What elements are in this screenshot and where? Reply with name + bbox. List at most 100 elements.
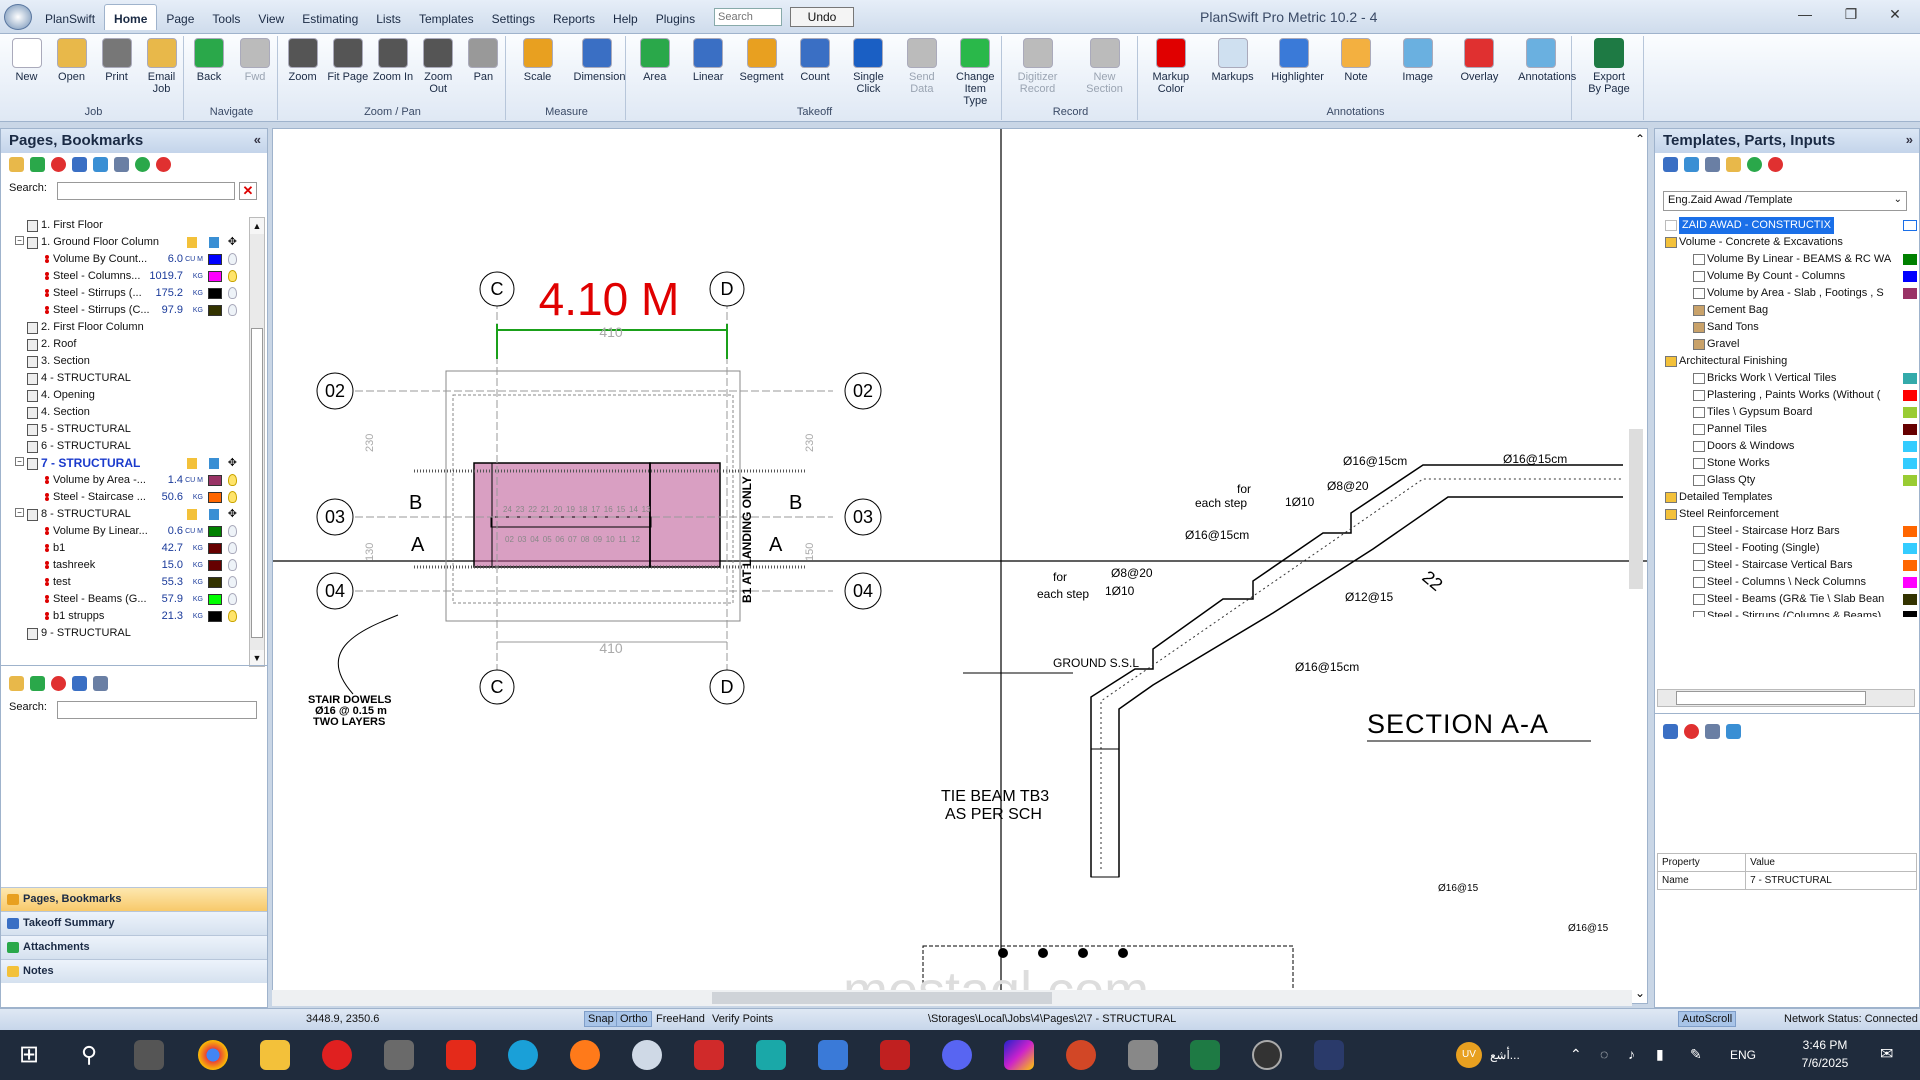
color-swatch[interactable] — [1903, 390, 1917, 401]
takeoff-item[interactable]: b1 42.7 KG — [5, 540, 249, 557]
collapse-toggle-icon[interactable]: − — [15, 508, 24, 517]
hscroll-thumb[interactable] — [712, 992, 1052, 1004]
template-item[interactable]: Bricks Work \ Vertical Tiles — [1661, 370, 1917, 387]
volume-icon[interactable]: ♪ — [1628, 1046, 1635, 1062]
gear-icon[interactable] — [72, 157, 87, 172]
ortho-toggle[interactable]: Ortho — [616, 1011, 652, 1027]
tab-estimating[interactable]: Estimating — [293, 8, 367, 30]
minimize-icon[interactable]: — — [1790, 6, 1820, 26]
calculator-icon[interactable] — [1128, 1040, 1158, 1070]
windows-start-icon[interactable]: ⊞ — [14, 1040, 44, 1070]
delete-icon[interactable] — [51, 157, 66, 172]
tab-page[interactable]: Page — [157, 8, 203, 30]
settings-icon[interactable] — [209, 458, 219, 469]
color-swatch[interactable] — [1903, 526, 1917, 537]
template-item[interactable]: Doors & Windows — [1661, 438, 1917, 455]
visibility-bulb-icon[interactable] — [228, 593, 237, 605]
fwd-button[interactable]: Fwd — [232, 38, 278, 83]
color-swatch[interactable] — [208, 475, 222, 486]
nav-notes[interactable]: Notes — [1, 959, 267, 983]
template-item[interactable]: Steel - Footing (Single) — [1661, 540, 1917, 557]
page-item[interactable]: 6 - STRUCTURAL — [5, 438, 249, 455]
page-item[interactable]: 5 - STRUCTURAL — [5, 421, 249, 438]
planswift-taskbar-icon[interactable] — [632, 1040, 662, 1070]
send-data-button[interactable]: Send Data — [899, 38, 945, 95]
fit-page-button[interactable]: Fit Page — [325, 38, 371, 83]
scroll-down-icon[interactable]: ▼ — [250, 650, 264, 666]
template-item[interactable]: Steel - Beams (GR& Tie \ Slab Bean — [1661, 591, 1917, 608]
clock-time[interactable]: 3:46 PM — [1790, 1038, 1860, 1052]
wifi-icon[interactable]: ◌ — [1600, 1046, 1608, 1062]
visibility-bulb-icon[interactable] — [228, 253, 237, 265]
edge-icon[interactable] — [508, 1040, 538, 1070]
template-item[interactable]: Plastering , Paints Works (Without ( — [1661, 387, 1917, 404]
page-item[interactable]: 4. Opening — [5, 387, 249, 404]
tab-templates[interactable]: Templates — [410, 8, 483, 30]
chrome-icon[interactable] — [198, 1040, 228, 1070]
add-icon[interactable] — [30, 676, 45, 691]
color-swatch[interactable] — [208, 577, 222, 588]
freehand-toggle[interactable]: FreeHand — [656, 1013, 705, 1025]
template-item[interactable]: Volume By Linear - BEAMS & RC WA — [1661, 251, 1917, 268]
user-badge[interactable]: UV — [1456, 1042, 1482, 1068]
page-item[interactable]: 1. First Floor — [5, 217, 249, 234]
visibility-bulb-icon[interactable] — [228, 270, 237, 282]
count-button[interactable]: Count — [792, 38, 838, 83]
color-swatch[interactable] — [208, 611, 222, 622]
template-item[interactable]: Sand Tons — [1661, 319, 1917, 336]
property-value[interactable]: 7 - STRUCTURAL — [1745, 871, 1917, 890]
color-swatch[interactable] — [1903, 441, 1917, 452]
clock-date[interactable]: 7/6/2025 — [1790, 1056, 1860, 1070]
copilot-icon[interactable] — [1004, 1040, 1034, 1070]
discord-icon[interactable] — [942, 1040, 972, 1070]
tab-settings[interactable]: Settings — [483, 8, 544, 30]
color-swatch[interactable] — [1903, 475, 1917, 486]
change-item-type-button[interactable]: Change Item Type — [952, 38, 998, 107]
markup-color-button[interactable]: Markup Color — [1148, 38, 1194, 95]
color-swatch[interactable] — [1903, 560, 1917, 571]
takeoff-item[interactable]: Volume by Area -... 1.4 CU M — [5, 472, 249, 489]
app-icon[interactable] — [818, 1040, 848, 1070]
tab-reports[interactable]: Reports — [544, 8, 604, 30]
visibility-bulb-icon[interactable] — [228, 576, 237, 588]
nav-takeoff-summary[interactable]: Takeoff Summary — [1, 911, 267, 935]
undo-button[interactable]: Undo — [790, 7, 854, 27]
visibility-bulb-icon[interactable] — [228, 304, 237, 316]
template-item[interactable]: Steel - Staircase Vertical Bars — [1661, 557, 1917, 574]
page-item[interactable]: 2. Roof — [5, 336, 249, 353]
firefox-icon[interactable] — [570, 1040, 600, 1070]
template-folder[interactable]: ⊟Steel Reinforcement — [1661, 506, 1917, 523]
primavera-icon[interactable] — [446, 1040, 476, 1070]
color-swatch[interactable] — [208, 288, 222, 299]
email-job-button[interactable]: Email Job — [139, 38, 185, 95]
autoscroll-toggle[interactable]: AutoScroll — [1678, 1011, 1737, 1027]
chevron-up-icon[interactable]: ⌃ — [1570, 1046, 1582, 1063]
tab-help[interactable]: Help — [604, 8, 647, 30]
battery-icon[interactable]: ▮ — [1656, 1046, 1664, 1063]
template-item[interactable]: Tiles \ Gypsum Board — [1661, 404, 1917, 421]
color-swatch[interactable] — [208, 492, 222, 503]
delete-icon[interactable] — [51, 676, 66, 691]
overlay-button[interactable]: Overlay — [1456, 38, 1502, 83]
image-button[interactable]: Image — [1395, 38, 1441, 83]
color-swatch[interactable] — [1903, 577, 1917, 588]
color-swatch[interactable] — [1903, 407, 1917, 418]
move-icon[interactable]: ✥ — [228, 234, 237, 251]
visibility-bulb-icon[interactable] — [228, 474, 237, 486]
gear-icon[interactable] — [1663, 724, 1678, 739]
dimension-button[interactable]: Dimension — [574, 38, 625, 83]
new-button[interactable]: New — [4, 38, 50, 83]
hscroll-thumb[interactable] — [1676, 691, 1866, 705]
template-select[interactable]: Eng.Zaid Awad /Template ⌄ — [1663, 191, 1907, 211]
search-icon[interactable]: ⚲ — [74, 1040, 104, 1070]
excel-icon[interactable] — [1190, 1040, 1220, 1070]
takeoff-item[interactable]: Steel - Stirrups (... 175.2 KG — [5, 285, 249, 302]
folder-icon[interactable] — [1726, 157, 1741, 172]
close-icon[interactable]: ✕ — [1880, 6, 1910, 26]
collapse-icon[interactable]: » — [1906, 132, 1913, 147]
color-swatch[interactable] — [1903, 288, 1917, 299]
drawing-canvas[interactable]: C D C D 02 03 04 02 03 04 4.10 M 410 410… — [272, 128, 1648, 1004]
collapse-all-icon[interactable] — [156, 157, 171, 172]
tab-plugins[interactable]: Plugins — [647, 8, 704, 30]
template-item[interactable]: Steel - Stirrups (Columns & Beams) — [1661, 608, 1917, 617]
